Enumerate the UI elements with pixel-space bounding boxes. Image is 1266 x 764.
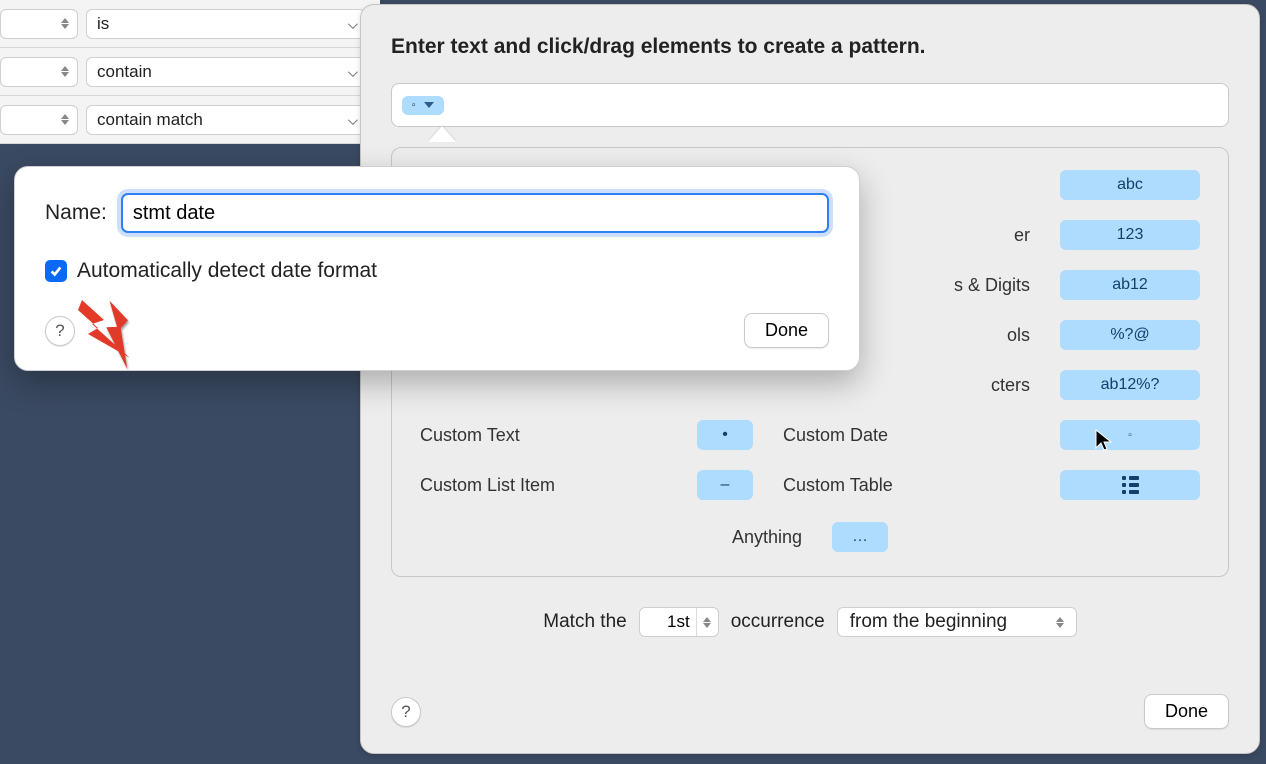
- rule-verb-select[interactable]: contain: [86, 57, 366, 87]
- done-button[interactable]: Done: [744, 313, 829, 348]
- updown-icon: [1056, 617, 1064, 628]
- pattern-panel: Enter text and click/drag elements to cr…: [360, 4, 1260, 754]
- match-occurrence: occurrence: [731, 611, 825, 633]
- updown-icon[interactable]: [696, 608, 718, 636]
- category-pill-custom-list[interactable]: –: [697, 470, 753, 500]
- category-pill-all[interactable]: ab12%?: [1060, 370, 1200, 400]
- chevron-down-icon: [342, 62, 355, 82]
- match-prefix: Match the: [543, 611, 626, 633]
- category-pill-custom-date[interactable]: ▫: [1060, 420, 1200, 450]
- category-label-custom-list: Custom List Item: [420, 475, 667, 496]
- custom-date-popover: Name: Automatically detect date format ?…: [14, 166, 860, 371]
- rule-row: contain match: [0, 96, 380, 144]
- category-pill-ab12[interactable]: ab12: [1060, 270, 1200, 300]
- updown-icon: [61, 66, 69, 77]
- category-pill-anything[interactable]: …: [832, 522, 888, 552]
- rule-verb-select[interactable]: contain match: [86, 105, 366, 135]
- cursor-icon: [1094, 428, 1114, 452]
- category-pill-symbols[interactable]: %?@: [1060, 320, 1200, 350]
- chevron-down-icon: [424, 102, 434, 108]
- from-select[interactable]: from the beginning: [837, 607, 1077, 637]
- auto-detect-label: Automatically detect date format: [77, 259, 377, 283]
- help-button[interactable]: ?: [45, 316, 75, 346]
- category-label-custom-date: Custom Date: [783, 425, 1030, 446]
- pattern-token[interactable]: ▫: [402, 96, 444, 115]
- rule-field-select[interactable]: [0, 57, 78, 87]
- rule-verb-label: contain: [97, 62, 152, 82]
- name-label: Name:: [45, 201, 107, 225]
- rule-list: is contain contain match: [0, 0, 380, 144]
- from-select-label: from the beginning: [850, 611, 1007, 633]
- token-glyph: ▫: [412, 100, 416, 111]
- chevron-down-icon: [342, 110, 355, 130]
- table-icon: [1122, 476, 1139, 494]
- rule-verb-label: contain match: [97, 110, 203, 130]
- category-label-custom-table: Custom Table: [783, 475, 1030, 496]
- rule-field-select[interactable]: [0, 105, 78, 135]
- help-button[interactable]: ?: [391, 697, 421, 727]
- name-input[interactable]: [121, 193, 829, 233]
- updown-icon: [61, 18, 69, 29]
- rule-row: is: [0, 0, 380, 48]
- chevron-down-icon: [342, 14, 355, 34]
- category-label-anything: Anything: [732, 527, 802, 548]
- pattern-input[interactable]: ▫: [391, 83, 1229, 127]
- category-pill-custom-table[interactable]: [1060, 470, 1200, 500]
- updown-icon: [61, 114, 69, 125]
- check-icon: [49, 264, 63, 278]
- nth-value[interactable]: [640, 608, 696, 636]
- rule-verb-select[interactable]: is: [86, 9, 366, 39]
- done-button[interactable]: Done: [1144, 694, 1229, 729]
- panel-title: Enter text and click/drag elements to cr…: [391, 33, 951, 61]
- rule-row: contain: [0, 48, 380, 96]
- rule-field-select[interactable]: [0, 9, 78, 39]
- category-pill-custom-text[interactable]: •: [697, 420, 753, 450]
- rule-verb-label: is: [97, 14, 109, 34]
- match-row: Match the occurrence from the beginning: [391, 607, 1229, 637]
- auto-detect-checkbox[interactable]: [45, 260, 67, 282]
- category-pill-abc[interactable]: abc: [1060, 170, 1200, 200]
- category-label-partial: cters: [783, 375, 1030, 396]
- category-pill-123[interactable]: 123: [1060, 220, 1200, 250]
- nth-stepper[interactable]: [639, 607, 719, 637]
- category-label-custom-text: Custom Text: [420, 425, 667, 446]
